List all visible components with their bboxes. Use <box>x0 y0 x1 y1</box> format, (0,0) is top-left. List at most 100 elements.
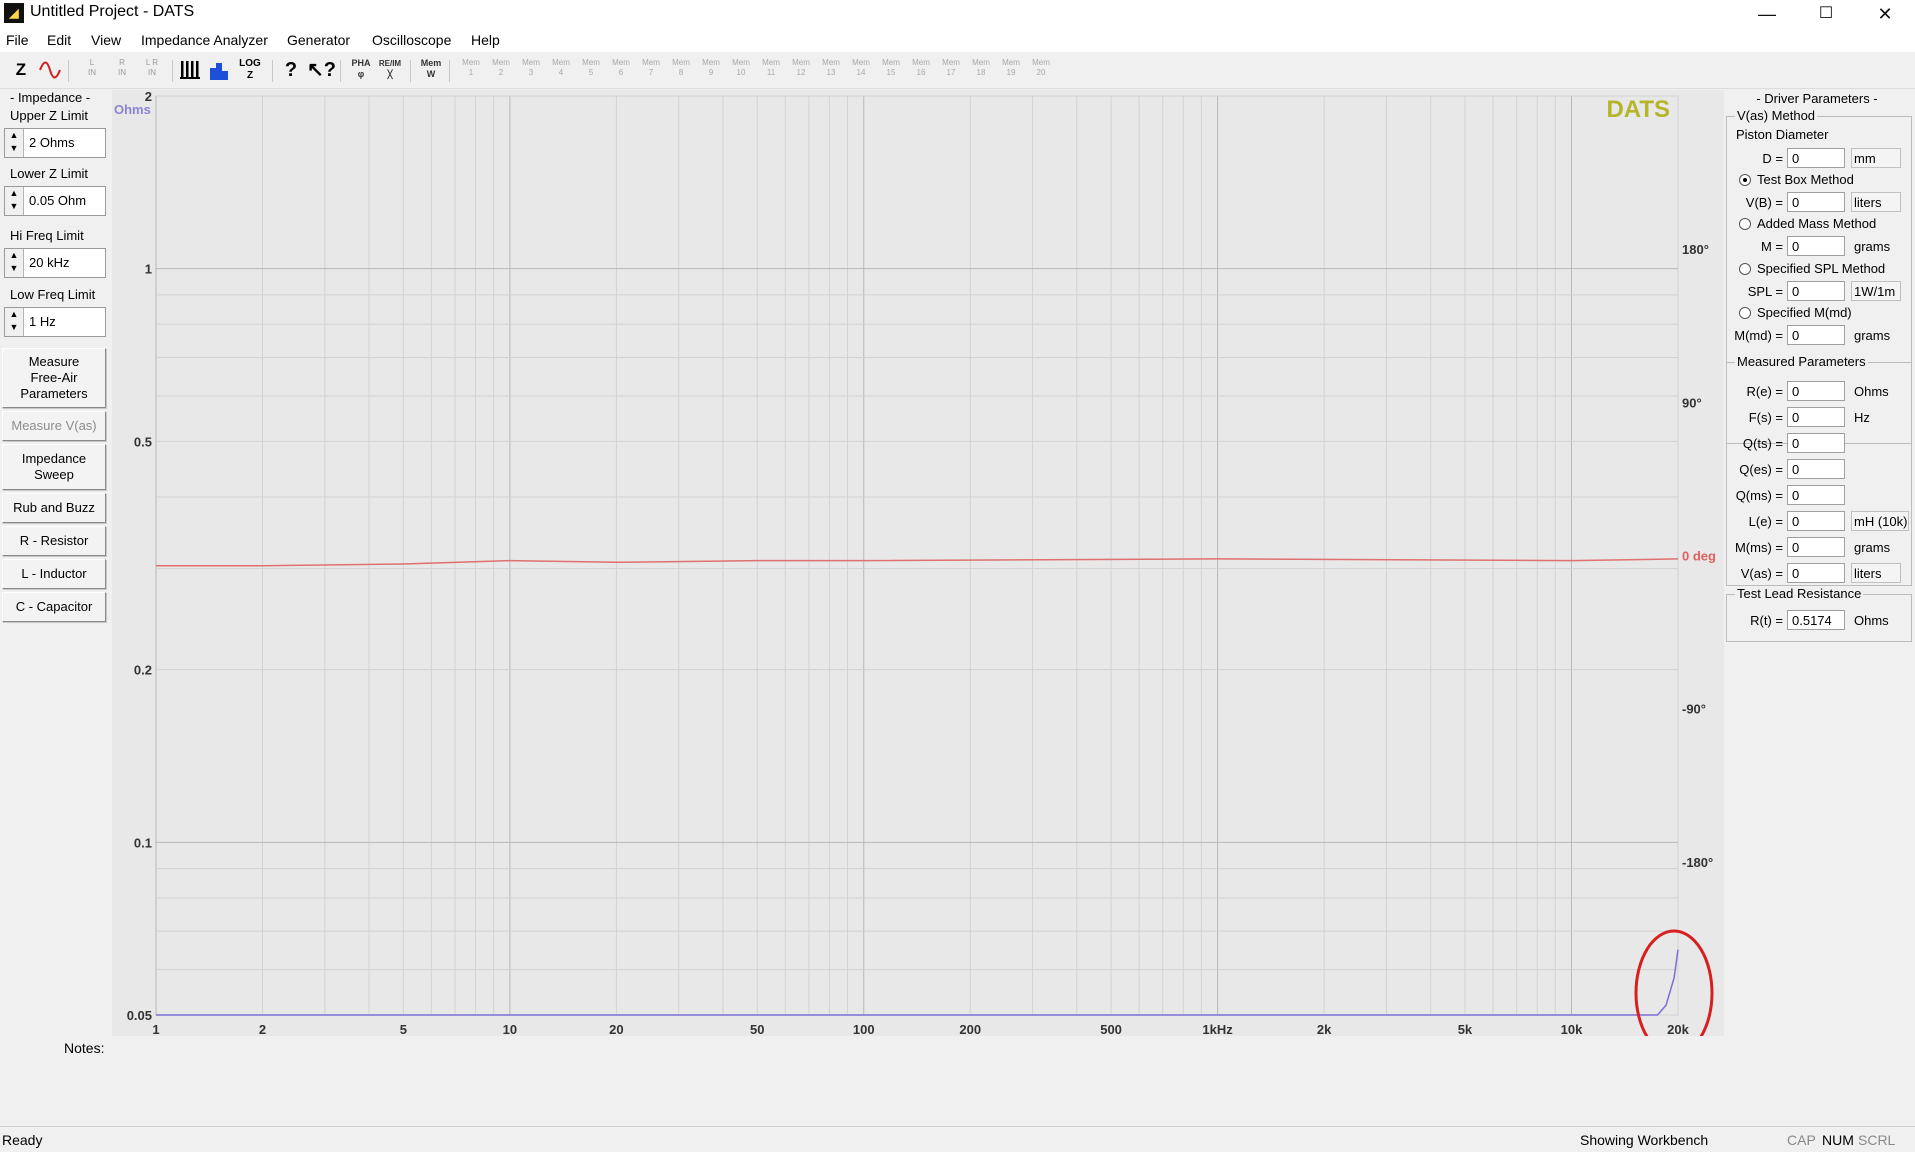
context-help-button[interactable]: ↖? <box>307 58 336 82</box>
right-in-button[interactable]: R IN <box>109 58 135 82</box>
close-button[interactable]: ✕ <box>1857 0 1913 28</box>
plot-area[interactable] <box>155 95 1679 1016</box>
memory-slot-5[interactable]: Mem 5 <box>578 58 604 82</box>
d-input[interactable]: 0 <box>1787 148 1845 168</box>
left-in-button[interactable]: L IN <box>79 58 105 82</box>
x-tick-label: 2k <box>1317 1022 1332 1036</box>
title-bar: ◢ Untitled Project - DATS — ☐ ✕ <box>0 0 1915 28</box>
d-label: D = <box>1762 151 1783 166</box>
specified-spl-label[interactable]: Specified SPL Method <box>1757 261 1885 276</box>
lower-z-spinner[interactable]: ▲ ▼ 0.05 Ohm <box>4 186 106 216</box>
mem-write-button[interactable]: Mem W <box>419 58 443 82</box>
measured-label: R(e) = <box>1746 384 1783 399</box>
capacitor-button[interactable]: C - Capacitor <box>2 592 106 622</box>
x-tick-label: 10 <box>503 1022 517 1036</box>
x-tick-label: 10k <box>1561 1022 1583 1036</box>
menu-help[interactable]: Help <box>471 32 500 48</box>
stereo-in-button[interactable]: L R IN <box>139 58 165 82</box>
re-im-button[interactable]: RE/IM ╳ <box>378 58 402 82</box>
menu-oscilloscope[interactable]: Oscilloscope <box>372 32 451 48</box>
memory-slot-6[interactable]: Mem 6 <box>608 58 634 82</box>
menu-edit[interactable]: Edit <box>47 32 71 48</box>
measured-value[interactable]: 0 <box>1787 485 1845 505</box>
memory-slot-12[interactable]: Mem 12 <box>788 58 814 82</box>
maximize-button[interactable]: ☐ <box>1798 0 1854 28</box>
impedance-chart[interactable]: 1 2 5 10 20 50 100 200 500 1kHz 2k 5k 10k 20k210.50.2… <box>112 89 1724 1057</box>
memory-slot-19[interactable]: Mem 19 <box>998 58 1024 82</box>
memory-slot-8[interactable]: Mem 8 <box>668 58 694 82</box>
spinner-arrows[interactable]: ▲ ▼ <box>5 249 24 277</box>
memory-slot-2[interactable]: Mem 2 <box>488 58 514 82</box>
memory-slot-15[interactable]: Mem 15 <box>878 58 904 82</box>
measured-value[interactable]: 0 <box>1787 511 1845 531</box>
measured-value[interactable]: 0 <box>1787 433 1845 453</box>
memory-slot-1[interactable]: Mem 1 <box>458 58 484 82</box>
menu-view[interactable]: View <box>91 32 121 48</box>
rt-input[interactable]: 0.5174 <box>1787 610 1845 630</box>
phase-button[interactable] <box>38 58 62 82</box>
spinner-arrows[interactable]: ▲ ▼ <box>5 308 24 336</box>
memory-slot-17[interactable]: Mem 17 <box>938 58 964 82</box>
m-input[interactable]: 0 <box>1787 236 1845 256</box>
measure-free-air-button[interactable]: Measure Free-Air Parameters <box>2 348 106 408</box>
minimize-button[interactable]: — <box>1739 0 1795 28</box>
memory-slot-16[interactable]: Mem 16 <box>908 58 934 82</box>
phase-tick-label: -90° <box>1682 702 1706 717</box>
spinner-arrows[interactable]: ▲ ▼ <box>5 187 24 215</box>
memory-slot-14[interactable]: Mem 14 <box>848 58 874 82</box>
inductor-button[interactable]: L - Inductor <box>2 559 106 589</box>
impedance-section-title: - Impedance - <box>10 90 91 105</box>
impedance-plot[interactable]: 1 2 5 10 20 50 100 200 500 1kHz 2k 5k 10k 20k 2 1 0.5 0.2… <box>112 89 1724 1057</box>
measured-value[interactable]: 0 <box>1787 407 1845 427</box>
low-freq-spinner[interactable]: ▲ ▼ 1 Hz <box>4 307 106 337</box>
measured-value[interactable]: 0 <box>1787 563 1845 583</box>
resistor-button[interactable]: R - Resistor <box>2 526 106 556</box>
memory-slot-7[interactable]: Mem 7 <box>638 58 664 82</box>
menu-file[interactable]: File <box>6 32 29 48</box>
vb-input[interactable]: 0 <box>1787 192 1845 212</box>
memory-slot-9[interactable]: Mem 9 <box>698 58 724 82</box>
x-tick-label: 200 <box>959 1022 981 1036</box>
low-freq-label: Low Freq Limit <box>10 287 96 302</box>
impedance-sweep-button[interactable]: Impedance Sweep <box>2 444 106 490</box>
added-mass-label[interactable]: Added Mass Method <box>1757 216 1876 231</box>
measured-label: M(ms) = <box>1734 540 1783 555</box>
test-box-label[interactable]: Test Box Method <box>1757 172 1854 187</box>
menu-impedance-analyzer[interactable]: Impedance Analyzer <box>141 32 268 48</box>
test-box-radio[interactable] <box>1739 174 1751 186</box>
memory-slot-20[interactable]: Mem 20 <box>1028 58 1054 82</box>
added-mass-radio[interactable] <box>1739 218 1751 230</box>
mmd-input[interactable]: 0 <box>1787 325 1845 345</box>
specified-mmd-radio[interactable] <box>1739 307 1751 319</box>
spl-input[interactable]: 0 <box>1787 281 1845 301</box>
specified-spl-radio[interactable] <box>1739 263 1751 275</box>
log-scale-button[interactable]: LOG Z <box>238 58 262 82</box>
measured-value[interactable]: 0 <box>1787 381 1845 401</box>
upper-z-spinner[interactable]: ▲ ▼ 2 Ohms <box>4 128 106 158</box>
specified-mmd-label[interactable]: Specified M(md) <box>1757 305 1852 320</box>
x-tick-label: 500 <box>1100 1022 1122 1036</box>
x-tick-label: 50 <box>750 1022 764 1036</box>
menu-generator[interactable]: Generator <box>287 32 350 48</box>
help-button[interactable]: ? <box>279 58 303 82</box>
x-tick-label: 1 <box>152 1022 159 1036</box>
memory-slot-13[interactable]: Mem 13 <box>818 58 844 82</box>
memory-slot-11[interactable]: Mem 11 <box>758 58 784 82</box>
memory-slot-10[interactable]: Mem 10 <box>728 58 754 82</box>
histogram-button[interactable] <box>208 58 232 82</box>
memory-slot-3[interactable]: Mem 3 <box>518 58 544 82</box>
toolbar: Z L IN R IN L R IN LOG Z ? ↖? PHA φ RE/IM ╳ Me… <box>0 52 1915 89</box>
hi-freq-spinner[interactable]: ▲ ▼ 20 kHz <box>4 248 106 278</box>
measured-value[interactable]: 0 <box>1787 537 1845 557</box>
pha-button[interactable]: PHA φ <box>349 58 373 82</box>
memory-slot-18[interactable]: Mem 18 <box>968 58 994 82</box>
measured-value[interactable]: 0 <box>1787 459 1845 479</box>
memory-slot-4[interactable]: Mem 4 <box>548 58 574 82</box>
bars-button[interactable] <box>179 58 203 82</box>
spinner-arrows[interactable]: ▲ ▼ <box>5 129 24 157</box>
measure-vas-button[interactable]: Measure V(as) <box>2 411 106 441</box>
y-tick-label: 0.5 <box>134 434 152 449</box>
rt-label: R(t) = <box>1750 613 1783 628</box>
impedance-z-button[interactable]: Z <box>9 58 33 82</box>
rub-and-buzz-button[interactable]: Rub and Buzz <box>2 493 106 523</box>
